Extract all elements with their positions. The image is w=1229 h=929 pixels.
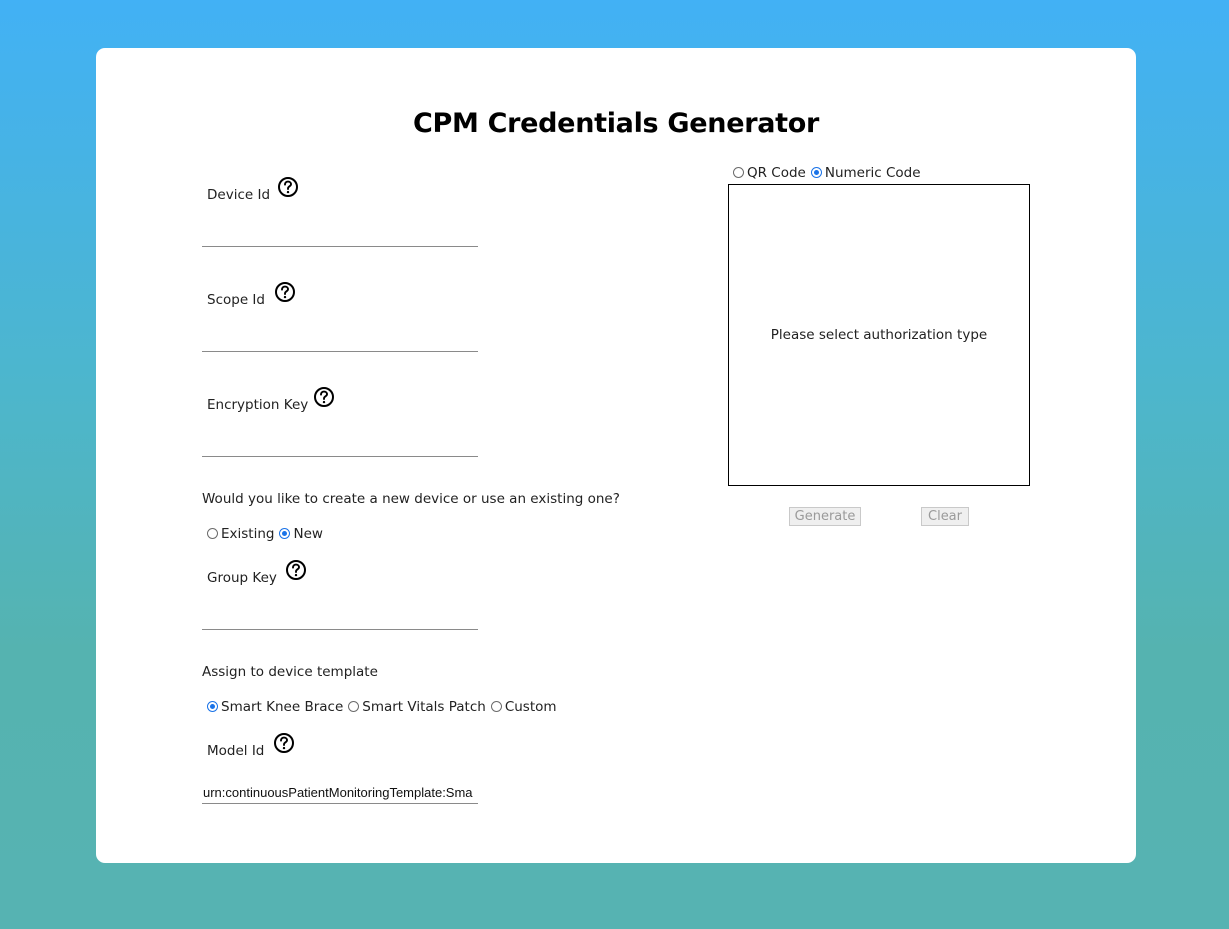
device-id-help-icon[interactable] [277, 176, 299, 198]
smart-vitals-patch-label[interactable]: Smart Vitals Patch [362, 699, 486, 715]
qr-code-label[interactable]: QR Code [747, 165, 806, 181]
scope-id-input[interactable] [202, 330, 478, 352]
device-id-label: Device Id [207, 187, 271, 203]
smart-knee-brace-radio[interactable] [207, 700, 218, 712]
numeric-code-radio[interactable] [810, 166, 822, 178]
custom-label[interactable]: Custom [505, 699, 557, 715]
qr-code-radio[interactable] [733, 166, 744, 178]
existing-radio[interactable] [207, 527, 218, 539]
smart-vitals-patch-radio[interactable] [348, 700, 360, 712]
device-id-input[interactable] [202, 225, 478, 247]
page-title: CPM Credentials Generator [412, 108, 820, 139]
numeric-code-label[interactable]: Numeric Code [825, 165, 921, 181]
smart-knee-brace-label[interactable]: Smart Knee Brace [221, 699, 343, 715]
model-id-input[interactable] [202, 782, 478, 804]
existing-radio-label[interactable]: Existing [221, 526, 274, 542]
model-id-help-icon[interactable] [273, 732, 295, 754]
device-choice-group: Existing New [203, 526, 324, 542]
group-key-input[interactable] [202, 608, 478, 630]
encryption-key-input[interactable] [202, 435, 478, 457]
device-choice-question: Would you like to create a new device or… [202, 491, 620, 507]
template-choice-group: Smart Knee Brace Smart Vitals Patch Cust… [203, 699, 558, 715]
group-key-help-icon[interactable] [285, 559, 307, 581]
credential-display-box: Please select authorization type [728, 184, 1030, 486]
encryption-key-label: Encryption Key [207, 397, 309, 413]
auth-type-group: QR Code Numeric Code [729, 165, 922, 181]
scope-id-label: Scope Id [207, 292, 265, 308]
clear-button[interactable]: Clear [921, 507, 969, 526]
group-key-label: Group Key [207, 570, 277, 586]
scope-id-help-icon[interactable] [274, 281, 296, 303]
new-radio[interactable] [279, 527, 291, 539]
new-radio-label[interactable]: New [293, 526, 322, 542]
custom-radio[interactable] [490, 700, 502, 712]
auth-type-message: Please select authorization type [770, 327, 988, 343]
template-question: Assign to device template [202, 664, 378, 680]
generate-button[interactable]: Generate [789, 507, 861, 526]
model-id-label: Model Id [207, 743, 265, 759]
encryption-key-help-icon[interactable] [313, 386, 335, 408]
credentials-card: CPM Credentials Generator Device Id Scop… [96, 48, 1136, 863]
